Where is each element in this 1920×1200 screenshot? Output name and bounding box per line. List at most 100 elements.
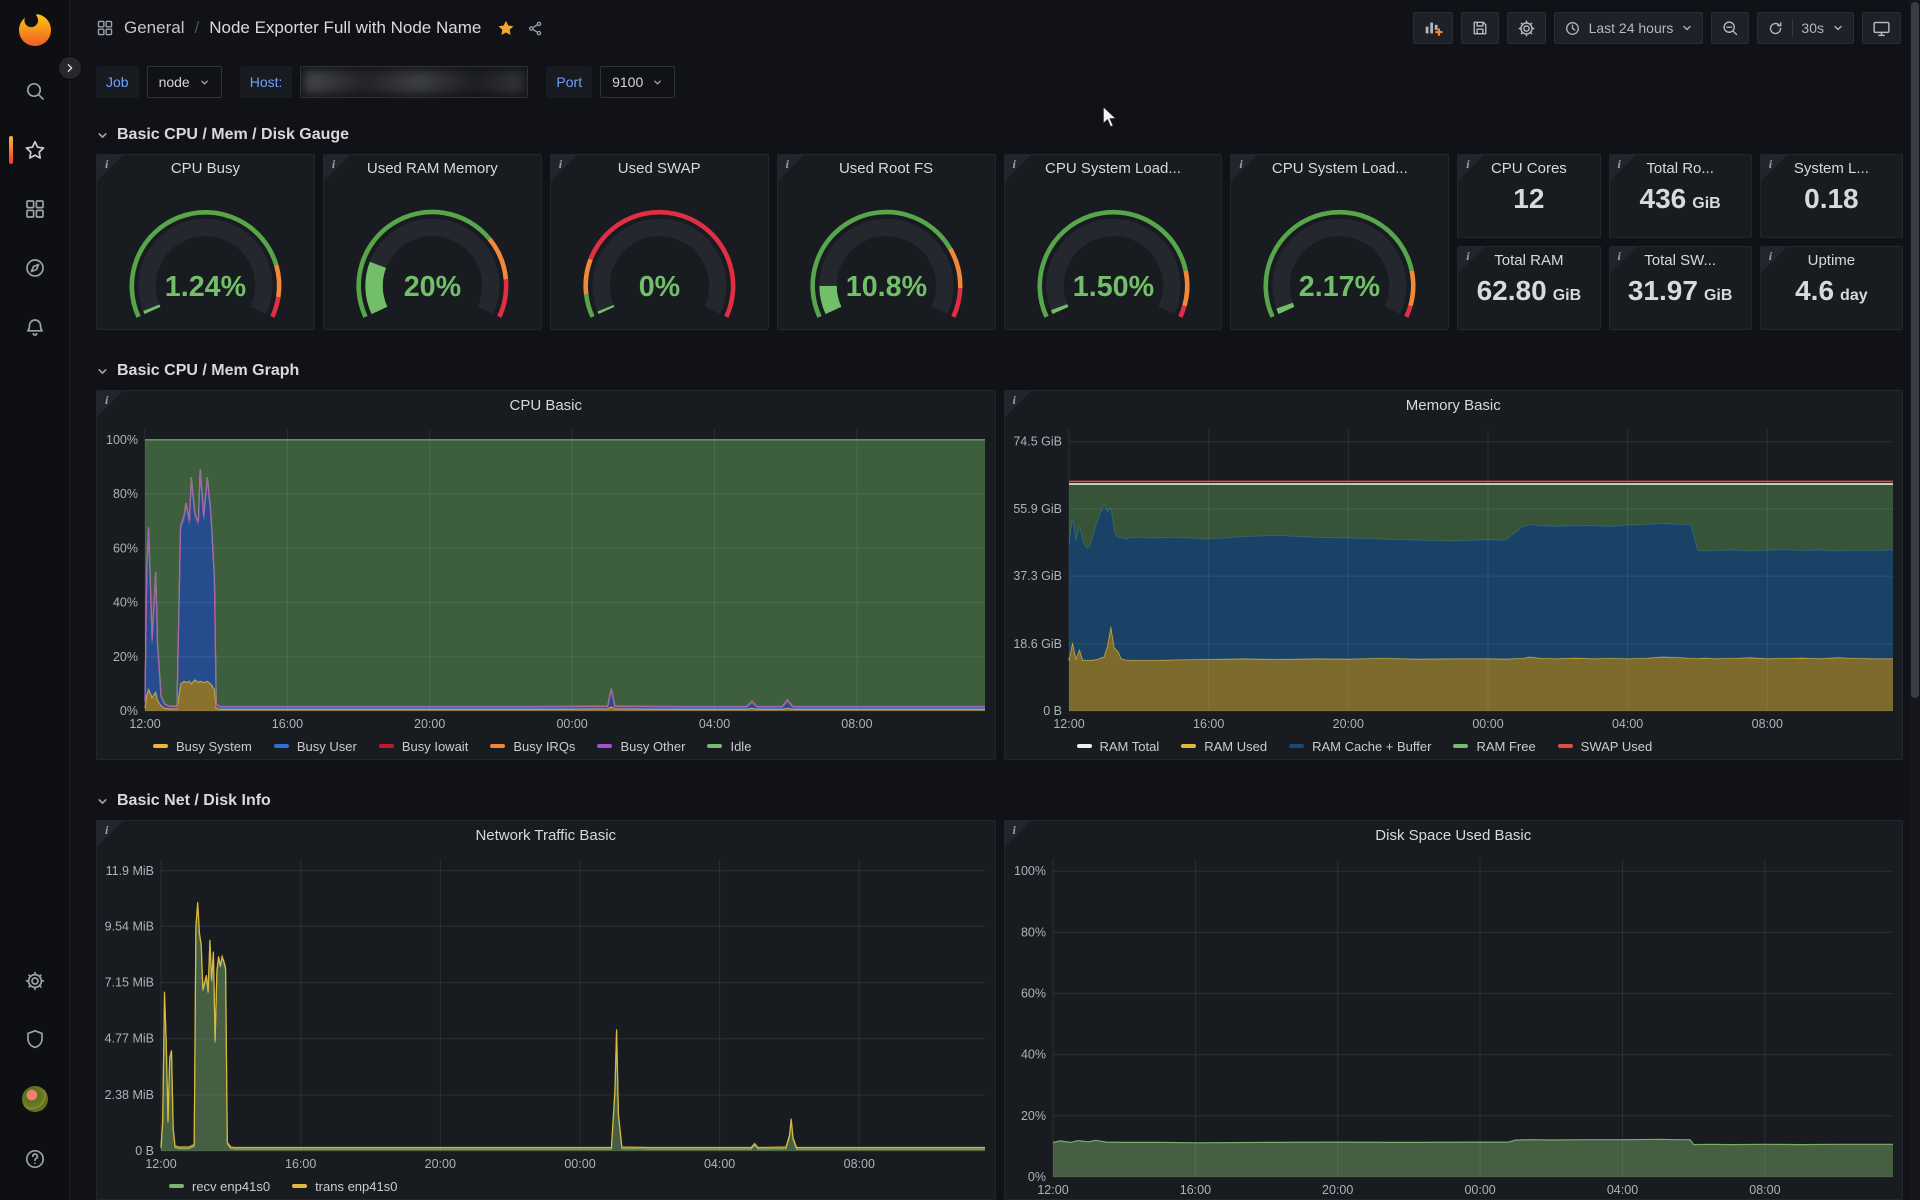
legend-item-busy-irqs[interactable]: Busy IRQs [490, 739, 575, 754]
info-icon[interactable]: i [1769, 157, 1772, 172]
svg-text:12:00: 12:00 [1037, 1183, 1068, 1197]
svg-text:20:00: 20:00 [1322, 1183, 1353, 1197]
sidebar-item-explore[interactable] [0, 257, 70, 279]
info-icon[interactable]: i [786, 157, 789, 172]
page-header: General / Node Exporter Full with Node N… [70, 0, 1909, 56]
refresh-picker[interactable]: 30s [1757, 12, 1854, 44]
panel-title[interactable]: Disk Space Used Basic [1005, 821, 1903, 851]
panel-title[interactable]: CPU System Load... [1005, 155, 1222, 183]
legend-item-busy-user[interactable]: Busy User [273, 739, 357, 754]
legend-item-busy-iowait[interactable]: Busy Iowait [378, 739, 468, 754]
info-icon[interactable]: i [1013, 157, 1016, 172]
legend-item-ram-free[interactable]: RAM Free [1453, 739, 1536, 754]
legend-swatch [292, 1184, 308, 1188]
info-icon[interactable]: i [105, 823, 108, 838]
variable-job-value: node [158, 74, 190, 90]
legend-item-ram-total[interactable]: RAM Total [1076, 739, 1159, 754]
svg-text:00:00: 00:00 [1464, 1183, 1495, 1197]
svg-text:00:00: 00:00 [556, 717, 587, 731]
gauge-arc: 20% [356, 209, 509, 318]
share-icon[interactable] [527, 20, 544, 37]
info-icon[interactable]: i [105, 393, 108, 408]
breadcrumb-folder[interactable]: General [124, 18, 184, 38]
info-icon[interactable]: i [1013, 393, 1016, 408]
row-header-gauges[interactable]: Basic CPU / Mem / Disk Gauge [96, 120, 1903, 150]
panel-title[interactable]: Used RAM Memory [324, 155, 541, 183]
sidebar-item-dashboards[interactable] [0, 198, 70, 220]
panel-info-corner [1760, 247, 1787, 273]
variable-port-value: 9100 [612, 74, 644, 90]
row-header-net-disk[interactable]: Basic Net / Disk Info [96, 786, 1903, 816]
stat-value: 31.97 GiB [1610, 275, 1751, 329]
sidebar-item-configuration[interactable] [0, 970, 70, 992]
dashboard-settings-button[interactable] [1506, 12, 1546, 44]
stat-number: 436 [1639, 183, 1687, 214]
svg-text:00:00: 00:00 [564, 1157, 595, 1171]
panel-title[interactable]: CPU Busy [97, 155, 314, 183]
panel-title[interactable]: Used Root FS [778, 155, 995, 183]
legend-item-idle[interactable]: Idle [707, 739, 751, 754]
info-icon[interactable]: i [1618, 249, 1621, 264]
info-icon[interactable]: i [1466, 157, 1469, 172]
sidebar-item-help[interactable] [0, 1148, 70, 1170]
info-icon[interactable]: i [1239, 157, 1242, 172]
row-header-cpu-mem-graph[interactable]: Basic CPU / Mem Graph [96, 356, 1903, 386]
gauge: 2.17% [1231, 183, 1448, 329]
grafana-logo-icon[interactable] [15, 10, 55, 50]
save-dashboard-button[interactable] [1460, 12, 1499, 44]
info-icon[interactable]: i [1769, 249, 1772, 264]
kiosk-mode-button[interactable] [1862, 12, 1901, 44]
info-icon[interactable]: i [1466, 249, 1469, 264]
stat-number: 0.18 [1804, 183, 1859, 214]
legend-item-recv-enp41s0[interactable]: recv enp41s0 [169, 1179, 270, 1194]
legend-item-swap-used[interactable]: SWAP Used [1557, 739, 1652, 754]
favorite-star-icon[interactable] [497, 19, 515, 37]
info-icon[interactable]: i [332, 157, 335, 172]
legend-item-trans-enp41s0[interactable]: trans enp41s0 [292, 1179, 397, 1194]
variable-host-input[interactable] [300, 66, 529, 98]
legend-item-ram-used[interactable]: RAM Used [1181, 739, 1267, 754]
svg-text:08:00: 08:00 [1749, 1183, 1780, 1197]
legend-item-ram-cache-buffer[interactable]: RAM Cache + Buffer [1289, 739, 1431, 754]
info-icon[interactable]: i [1013, 823, 1016, 838]
panel-title[interactable]: Network Traffic Basic [97, 821, 995, 851]
svg-text:08:00: 08:00 [1751, 717, 1782, 731]
sidebar-item-profile[interactable] [0, 1086, 70, 1112]
gauge-panel-cpu-busy-0: i CPU Busy 1.24% [96, 154, 315, 330]
panel-title[interactable]: CPU System Load... [1231, 155, 1448, 183]
sidebar-item-starred[interactable] [0, 136, 70, 164]
apps-grid-icon [97, 20, 113, 36]
svg-text:04:00: 04:00 [699, 717, 730, 731]
chart-memory-basic[interactable]: 0 B 18.6 GiB 37.3 GiB 55.9 GiB 74.5 GiB 12:00… [1005, 421, 1903, 733]
legend-item-busy-other[interactable]: Busy Other [597, 739, 685, 754]
time-range-picker[interactable]: Last 24 hours [1553, 12, 1704, 44]
panel-title[interactable]: Memory Basic [1005, 391, 1903, 421]
zoom-out-time-button[interactable] [1711, 12, 1750, 44]
info-icon[interactable]: i [1618, 157, 1621, 172]
sidebar-item-server-admin[interactable] [0, 1028, 70, 1050]
info-icon[interactable]: i [559, 157, 562, 172]
scrollbar-thumb[interactable] [1911, 2, 1919, 698]
stat-unit: GiB [1552, 287, 1582, 304]
chart-disk-space-used-basic[interactable]: 0% 20% 40% 60% 80% 100% 12:00 16:00 20:00 00:00 04… [1005, 851, 1903, 1199]
sidebar-expand-button[interactable] [58, 56, 82, 80]
legend-label: Busy Other [620, 738, 686, 754]
sidebar-item-search[interactable] [0, 80, 70, 102]
legend-item-busy-system[interactable]: Busy System [153, 739, 252, 754]
panel-memory-basic: i Memory Basic 0 B 18.6 GiB 37.3 GiB 55.9 GiB… [1003, 390, 1903, 760]
sidebar-item-alerting[interactable] [0, 316, 70, 338]
legend-label: RAM Cache + Buffer [1312, 738, 1432, 754]
variable-port-select[interactable]: 9100 [600, 66, 676, 98]
chart-network-traffic-basic[interactable]: 0 B 2.38 MiB 4.77 MiB 7.15 MiB 9.54 MiB 11.9 … [97, 851, 995, 1173]
variable-job-select[interactable]: node [146, 66, 222, 98]
stat-value: 12 [1458, 183, 1599, 237]
chart-cpu-basic[interactable]: 0% 20% 40% 60% 80% 100% 12:00 16:00 20:00 00:00 04… [97, 421, 995, 733]
svg-text:20:00: 20:00 [1332, 717, 1363, 731]
page-scrollbar [1909, 0, 1920, 1200]
grafana-dashboard-app: General / Node Exporter Full with Node N… [0, 0, 1920, 1200]
info-icon[interactable]: i [105, 157, 108, 172]
svg-text:11.9 MiB: 11.9 MiB [106, 864, 154, 878]
panel-title[interactable]: CPU Basic [97, 391, 995, 421]
panel-title[interactable]: Used SWAP [551, 155, 768, 183]
add-panel-button[interactable] [1412, 12, 1453, 44]
